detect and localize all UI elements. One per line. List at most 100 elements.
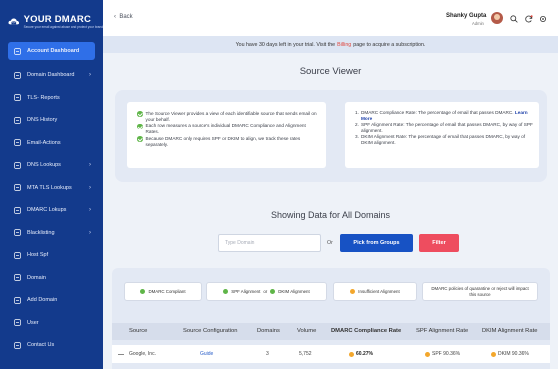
sidebar-item-label: DNS History xyxy=(27,117,58,124)
sidebar-item-email-actions[interactable]: Email-Actions xyxy=(0,132,103,155)
sidebar-item-domain[interactable]: Domain xyxy=(0,267,103,290)
gear-icon[interactable] xyxy=(539,15,547,23)
shield-icon xyxy=(14,229,21,237)
warning-circle-icon xyxy=(349,351,354,357)
definition-item: 3. DKIM Alignment Rate: The percentage of… xyxy=(355,134,533,146)
check-circle-icon xyxy=(137,136,143,142)
table-row[interactable]: Google, Inc. Guide 3 5,752 60.27% SPF 90… xyxy=(112,345,550,363)
sidebar-item-label: Account Dashboard xyxy=(27,48,80,54)
user-name[interactable]: Shanky Gupta xyxy=(446,13,486,19)
sidebar-item-dns-lookups[interactable]: DNS Lookups › xyxy=(0,154,103,177)
sidebar-item-dmarc-lokups[interactable]: DMARC Lokups › xyxy=(0,199,103,222)
domain-search-input[interactable] xyxy=(218,234,321,252)
brand-name: YOUR DMARC xyxy=(23,14,92,25)
cloud-mail-logo-icon xyxy=(8,18,20,25)
column-header-spf-rate[interactable]: SPF Alignment Rate xyxy=(416,328,468,334)
info-point: Because DMARC only requires SPF or DKIM … xyxy=(137,136,318,148)
column-header-dmarc-rate[interactable]: DMARC Compliance Rate xyxy=(331,328,401,334)
refresh-icon[interactable] xyxy=(525,15,533,23)
column-header-domains[interactable]: Domains xyxy=(257,328,280,334)
legend-compliant-label: DMARC Compliant xyxy=(148,289,186,294)
lookup-icon xyxy=(14,162,21,169)
sidebar-item-label: User xyxy=(27,319,39,326)
brand-tagline: Secure your email against abuse and prot… xyxy=(23,25,103,29)
sidebar-item-host-spf[interactable]: Host Spf xyxy=(0,244,103,267)
info-point: The Source Viewer provides a view of eac… xyxy=(137,111,318,123)
sidebar-item-contact-us[interactable]: Contact Us xyxy=(0,334,103,357)
filter-button[interactable]: Filter xyxy=(419,234,459,252)
lookup-icon xyxy=(14,207,21,214)
sidebar-item-tls-reports[interactable]: TLS- Reports xyxy=(0,87,103,110)
check-circle-icon xyxy=(137,123,143,130)
column-header-config[interactable]: Source Configuration xyxy=(183,328,237,334)
user-icon xyxy=(14,319,21,327)
sidebar-item-label: Email-Actions xyxy=(27,139,61,146)
info-point: Each row measures a source's individual … xyxy=(137,123,318,135)
sidebar-item-add-domain[interactable]: Add Domain xyxy=(0,289,103,312)
sidebar-item-domain-dashboard[interactable]: Domain Dashboard › xyxy=(0,64,103,87)
user-role: Admin xyxy=(472,21,484,26)
check-circle-icon xyxy=(137,111,143,117)
brand[interactable]: YOUR DMARC Secure your email against abu… xyxy=(0,0,103,34)
sidebar-item-label: DNS Lookups xyxy=(27,162,61,169)
sidebar-item-label: DMARC Lokups xyxy=(27,207,67,214)
add-domain-icon xyxy=(14,297,21,304)
sidebar-item-account-dashboard[interactable]: Account Dashboard xyxy=(8,42,95,60)
check-circle-icon xyxy=(140,289,146,294)
domains-count: 3 xyxy=(266,351,269,357)
banner-text-before: You have 30 days left in your trial. Vis… xyxy=(235,41,336,48)
legend-compliant: DMARC Compliant xyxy=(124,282,202,301)
sidebar-item-label: TLS- Reports xyxy=(27,94,60,101)
chevron-right-icon: › xyxy=(89,72,91,79)
column-header-volume[interactable]: Volume xyxy=(297,328,316,334)
sidebar-item-label: Domain xyxy=(27,274,46,281)
sidebar-item-dns-history[interactable]: DNS History xyxy=(0,109,103,132)
search-icon[interactable] xyxy=(510,15,518,23)
trial-banner: You have 30 days left in your trial. Vis… xyxy=(103,36,558,53)
spf-rate-value: SPF 90.36% xyxy=(432,351,461,357)
expand-dash-icon[interactable] xyxy=(118,353,124,355)
legend-insufficient-label: Insufficient Alignment xyxy=(358,289,400,294)
legend-insufficient: Insufficient Alignment xyxy=(333,282,417,301)
warning-circle-icon xyxy=(425,351,430,357)
legend-dkim-label: DKIM Alignment xyxy=(278,289,310,294)
dmarc-rate-value: 60.27% xyxy=(356,351,373,357)
report-icon xyxy=(14,94,21,102)
dashboard-icon xyxy=(14,47,21,55)
billing-link[interactable]: Billing xyxy=(337,42,351,48)
sidebar-item-mta-tls-lookups[interactable]: MTA TLS Lookups › xyxy=(0,177,103,200)
chevron-right-icon: › xyxy=(89,162,91,169)
pick-from-groups-button[interactable]: Pick from Groups xyxy=(340,234,413,252)
contact-icon xyxy=(14,342,21,349)
column-header-dkim-rate[interactable]: DKIM Alignment Rate xyxy=(482,328,537,334)
guide-link[interactable]: Guide xyxy=(200,351,213,357)
history-icon xyxy=(14,117,21,124)
sidebar: YOUR DMARC Secure your email against abu… xyxy=(0,0,103,369)
volume-value: 5,752 xyxy=(299,351,312,357)
sidebar-item-user[interactable]: User xyxy=(0,312,103,335)
rate-definitions: 1. DMARC Compliance Rate: The percentage … xyxy=(345,102,539,168)
legend-or-label: or xyxy=(263,289,268,294)
back-button[interactable]: ‹ Back xyxy=(114,14,133,20)
legend-policy-note-text: DMARC policies of quarantine or reject w… xyxy=(431,286,529,297)
chevron-right-icon: › xyxy=(89,229,91,236)
check-circle-icon xyxy=(270,289,276,294)
source-viewer-title: Source Viewer xyxy=(299,66,362,77)
sidebar-item-blacklisting[interactable]: Blacklisting › xyxy=(0,222,103,245)
source-name: Google, Inc. xyxy=(129,351,156,357)
avatar[interactable] xyxy=(491,12,503,24)
sidebar-item-label: Domain Dashboard xyxy=(27,72,75,79)
definition-text: DMARC Compliance Rate: The percentage of… xyxy=(361,110,514,115)
banner-text-after: page to acquire a subscription. xyxy=(353,41,426,48)
sidebar-item-label: Contact Us xyxy=(27,342,55,349)
source-cell: Google, Inc. xyxy=(118,351,156,357)
table-header: Source Source Configuration Domains Volu… xyxy=(112,323,550,340)
legend-alignment: SPF Alignment or DKIM Alignment xyxy=(206,282,327,301)
dkim-rate-value: DKIM 90.36% xyxy=(498,351,529,357)
globe-icon xyxy=(14,274,21,282)
info-point-text: Because DMARC only requires SPF or DKIM … xyxy=(145,135,301,147)
dmarc-rate-cell: 60.27% xyxy=(349,351,373,357)
chevron-right-icon: › xyxy=(89,207,91,214)
definition-item: 2. SPF Alignment Rate: The percentage of … xyxy=(355,122,533,134)
column-header-source[interactable]: Source xyxy=(129,328,147,334)
